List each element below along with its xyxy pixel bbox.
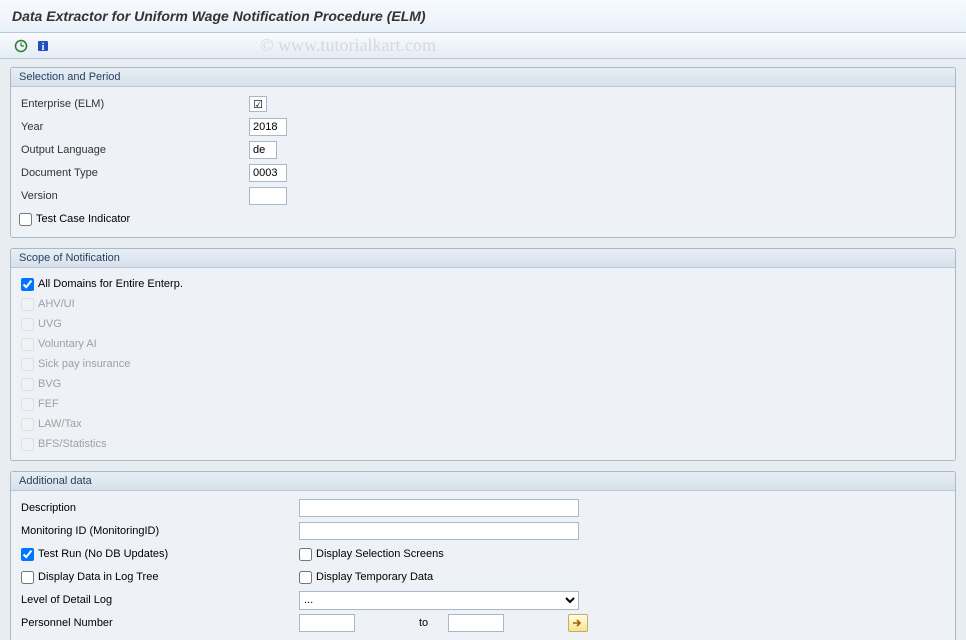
description-input[interactable]	[299, 499, 579, 517]
output-language-label: Output Language	[19, 144, 249, 156]
group-header-additional: Additional data	[11, 472, 955, 491]
year-input[interactable]	[249, 118, 287, 136]
sick-pay-checkbox	[21, 358, 34, 371]
document-type-label: Document Type	[19, 167, 249, 179]
voluntary-ai-label: Voluntary AI	[38, 338, 97, 350]
description-label: Description	[21, 502, 76, 514]
all-domains-checkbox[interactable]	[21, 278, 34, 291]
bvg-checkbox	[21, 378, 34, 391]
display-data-log-checkbox[interactable]	[21, 571, 34, 584]
personnel-from-input[interactable]	[299, 614, 355, 632]
all-domains-label: All Domains for Entire Enterp.	[38, 278, 183, 290]
page-title: Data Extractor for Uniform Wage Notifica…	[12, 8, 954, 24]
personnel-to-input[interactable]	[448, 614, 504, 632]
display-selection-label: Display Selection Screens	[316, 548, 444, 560]
multiple-selection-button[interactable]	[568, 614, 588, 632]
law-tax-checkbox	[21, 418, 34, 431]
fef-checkbox	[21, 398, 34, 411]
svg-text:i: i	[42, 42, 45, 53]
bfs-statistics-label: BFS/Statistics	[38, 438, 106, 450]
bfs-statistics-checkbox	[21, 438, 34, 451]
detail-log-label: Level of Detail Log	[21, 594, 112, 606]
content-area: Selection and Period Enterprise (ELM) ☑ …	[0, 59, 966, 640]
enterprise-checkbox-field[interactable]: ☑	[249, 96, 267, 112]
year-label: Year	[19, 121, 249, 133]
execute-icon[interactable]	[12, 37, 30, 55]
info-icon[interactable]: i	[34, 37, 52, 55]
display-temporary-label: Display Temporary Data	[316, 571, 433, 583]
to-label: to	[419, 617, 428, 629]
enterprise-label: Enterprise (ELM)	[19, 98, 249, 110]
version-label: Version	[19, 190, 249, 202]
output-language-input[interactable]	[249, 141, 277, 159]
display-data-log-label: Display Data in Log Tree	[38, 571, 158, 583]
fef-label: FEF	[38, 398, 59, 410]
group-header-selection: Selection and Period	[11, 68, 955, 87]
group-selection-period: Selection and Period Enterprise (ELM) ☑ …	[10, 67, 956, 238]
display-selection-checkbox[interactable]	[299, 548, 312, 561]
group-header-scope: Scope of Notification	[11, 249, 955, 268]
toolbar: i © www.tutorialkart.com	[0, 33, 966, 59]
detail-log-select[interactable]: ...	[299, 591, 579, 610]
test-run-checkbox[interactable]	[21, 548, 34, 561]
display-temporary-checkbox[interactable]	[299, 571, 312, 584]
ahv-ui-checkbox	[21, 298, 34, 311]
bvg-label: BVG	[38, 378, 61, 390]
monitoring-id-label: Monitoring ID (MonitoringID)	[21, 525, 159, 537]
monitoring-id-input[interactable]	[299, 522, 579, 540]
version-input[interactable]	[249, 187, 287, 205]
uvg-checkbox	[21, 318, 34, 331]
arrow-right-icon	[572, 618, 584, 628]
test-run-label: Test Run (No DB Updates)	[38, 548, 168, 560]
group-additional-data: Additional data Description Monitoring I…	[10, 471, 956, 640]
test-case-indicator-checkbox[interactable]	[19, 213, 32, 226]
sick-pay-label: Sick pay insurance	[38, 358, 130, 370]
watermark-text: © www.tutorialkart.com	[260, 35, 436, 56]
law-tax-label: LAW/Tax	[38, 418, 82, 430]
test-case-indicator-label: Test Case Indicator	[36, 213, 130, 225]
ahv-ui-label: AHV/UI	[38, 298, 75, 310]
voluntary-ai-checkbox	[21, 338, 34, 351]
uvg-label: UVG	[38, 318, 62, 330]
document-type-input[interactable]	[249, 164, 287, 182]
title-bar: Data Extractor for Uniform Wage Notifica…	[0, 0, 966, 33]
personnel-number-label: Personnel Number	[21, 617, 113, 629]
group-scope-notification: Scope of Notification All Domains for En…	[10, 248, 956, 461]
